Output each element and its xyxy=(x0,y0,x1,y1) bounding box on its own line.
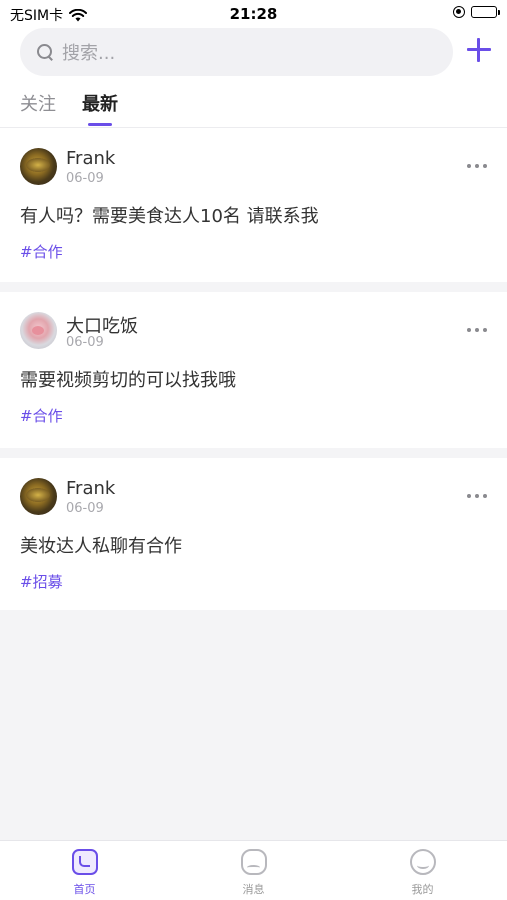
tab-bar-profile[interactable]: 我的 xyxy=(338,841,507,900)
status-time: 21:28 xyxy=(229,5,278,23)
tab-bar-label: 首页 xyxy=(73,883,96,896)
app-screen: 无SIM卡 21:28 搜索... 关注 最新 Frank 06-09 有人吗？… xyxy=(0,0,507,900)
tab-label: 关注 xyxy=(20,94,56,115)
post-author[interactable]: Frank xyxy=(66,148,115,169)
post-tag[interactable]: #合作 xyxy=(20,405,63,426)
more-icon[interactable] xyxy=(467,494,487,498)
feed-list: Frank 06-09 有人吗？需要美食达人10名 请联系我 #合作 大口吃饭 … xyxy=(0,128,507,610)
post-tag[interactable]: #合作 xyxy=(20,241,63,262)
tab-bar-label: 我的 xyxy=(411,883,434,896)
avatar[interactable] xyxy=(20,148,57,185)
post-content: 有人吗？需要美食达人10名 请联系我 xyxy=(20,206,319,227)
tab-following[interactable]: 关注 xyxy=(20,90,56,126)
tab-bar-home[interactable]: 首页 xyxy=(0,841,169,900)
feed-tabs: 关注 最新 xyxy=(20,90,118,126)
tab-label: 最新 xyxy=(82,94,118,115)
search-input[interactable]: 搜索... xyxy=(20,28,453,76)
home-icon xyxy=(71,849,98,875)
post-author[interactable]: Frank xyxy=(66,478,115,499)
tab-latest[interactable]: 最新 xyxy=(82,90,118,126)
orientation-lock-icon xyxy=(453,6,465,18)
post-card[interactable]: Frank 06-09 有人吗？需要美食达人10名 请联系我 #合作 xyxy=(0,128,507,282)
search-icon xyxy=(36,43,54,61)
status-bar: 无SIM卡 21:28 xyxy=(0,0,507,28)
post-date: 06-09 xyxy=(66,501,104,516)
active-tab-indicator xyxy=(88,123,112,126)
bottom-tab-bar: 首页 消息 我的 xyxy=(0,840,507,900)
post-content: 需要视频剪切的可以找我哦 xyxy=(20,370,236,391)
tab-bar-label: 消息 xyxy=(242,883,265,896)
post-date: 06-09 xyxy=(66,171,104,186)
post-content: 美妆达人私聊有合作 xyxy=(20,536,182,557)
battery-icon xyxy=(471,6,500,18)
post-tag[interactable]: #招募 xyxy=(20,571,63,592)
post-card[interactable]: 大口吃饭 06-09 需要视频剪切的可以找我哦 #合作 xyxy=(0,292,507,448)
add-post-button[interactable] xyxy=(465,36,493,64)
avatar[interactable] xyxy=(20,312,57,349)
more-icon[interactable] xyxy=(467,164,487,168)
message-icon xyxy=(240,849,267,875)
profile-icon xyxy=(409,849,436,875)
post-card[interactable]: Frank 06-09 美妆达人私聊有合作 #招募 xyxy=(0,458,507,610)
avatar[interactable] xyxy=(20,478,57,515)
status-right xyxy=(453,6,500,18)
post-date: 06-09 xyxy=(66,335,104,350)
header: 搜索... 关注 最新 xyxy=(0,28,507,128)
more-icon[interactable] xyxy=(467,328,487,332)
tab-bar-messages[interactable]: 消息 xyxy=(169,841,338,900)
search-placeholder: 搜索... xyxy=(62,43,116,64)
